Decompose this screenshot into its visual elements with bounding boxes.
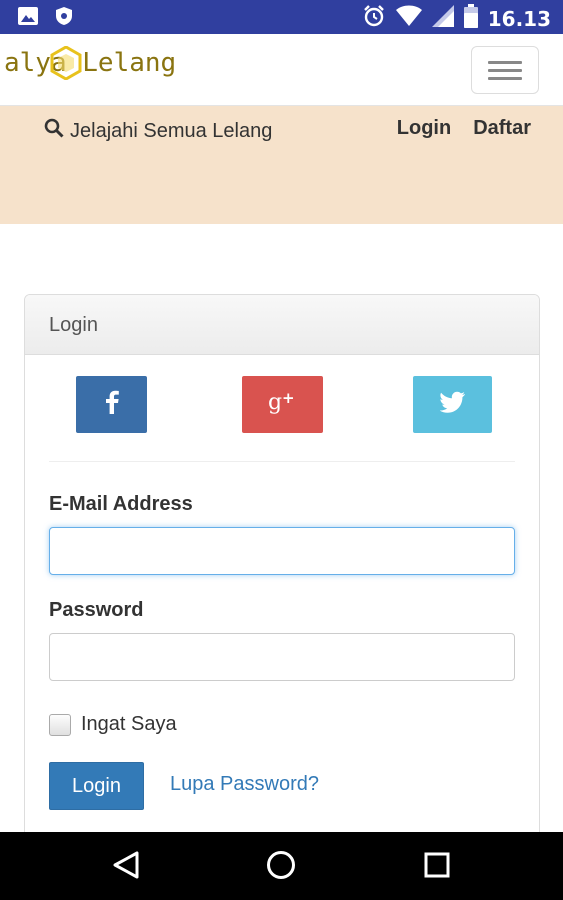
signal-icon	[431, 5, 454, 32]
password-field[interactable]	[49, 633, 515, 681]
hamburger-menu-button[interactable]	[471, 46, 539, 94]
panel-heading: Login	[25, 295, 539, 355]
hexagon-logo-icon	[50, 45, 82, 85]
status-time: 16.13	[487, 6, 551, 31]
recents-icon[interactable]	[424, 852, 450, 883]
explore-all-link[interactable]: Jelajahi Semua Lelang	[44, 118, 272, 144]
remember-me-label[interactable]: Ingat Saya	[81, 713, 177, 736]
navbar: alya Lelang	[0, 34, 563, 106]
google-plus-login-button[interactable]: g +	[242, 376, 323, 433]
alarm-icon	[362, 4, 386, 33]
brand-logo[interactable]: alya Lelang	[4, 48, 176, 78]
facebook-login-button[interactable]	[76, 376, 147, 433]
password-label: Password	[49, 599, 144, 621]
login-panel: Login g + E-Mail Address Password Ingat S…	[24, 294, 540, 854]
back-icon[interactable]	[112, 850, 140, 885]
shield-icon	[54, 6, 74, 31]
wifi-icon	[395, 5, 422, 32]
home-icon[interactable]	[266, 850, 296, 885]
login-submit-button[interactable]: Login	[49, 762, 144, 810]
battery-icon	[463, 4, 478, 33]
remember-me-checkbox[interactable]	[49, 713, 71, 736]
explore-all-label: Jelajahi Semua Lelang	[70, 119, 273, 142]
image-icon	[18, 7, 38, 30]
email-label: E-Mail Address	[49, 493, 193, 515]
email-field[interactable]	[49, 527, 515, 575]
svg-text:g: g	[268, 390, 282, 415]
status-bar: 16.13	[0, 0, 563, 34]
svg-text:+: +	[282, 389, 295, 407]
remember-me-row: Ingat Saya	[49, 713, 177, 736]
subnav-bar: Jelajahi Semua Lelang Login Daftar	[0, 106, 563, 224]
facebook-icon	[105, 390, 119, 419]
twitter-icon	[438, 391, 466, 418]
nav-login-link[interactable]: Login	[397, 117, 451, 140]
hamburger-icon	[488, 61, 522, 64]
social-divider	[49, 461, 515, 462]
google-plus-icon: g +	[268, 389, 298, 420]
twitter-login-button[interactable]	[413, 376, 492, 433]
nav-register-link[interactable]: Daftar	[473, 117, 531, 140]
system-nav-bar	[0, 832, 563, 900]
forgot-password-link[interactable]: Lupa Password?	[170, 773, 319, 796]
search-icon	[44, 118, 64, 144]
